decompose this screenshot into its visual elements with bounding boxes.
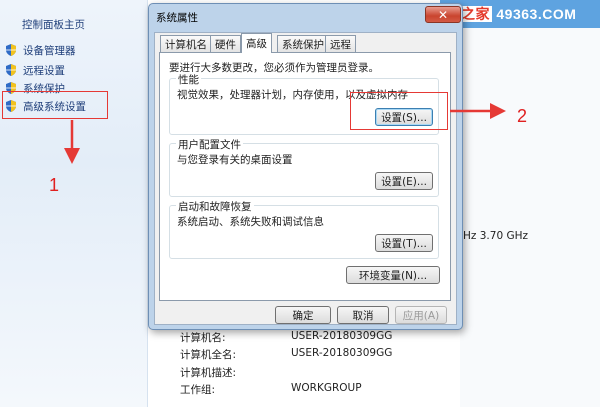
apply-button[interactable]: 应用(A) bbox=[395, 306, 447, 324]
shield-icon bbox=[6, 44, 16, 56]
close-icon: ✕ bbox=[437, 7, 449, 22]
performance-group-title: 性能 bbox=[176, 72, 201, 87]
workgroup-label: 工作组: bbox=[180, 384, 216, 396]
sidebar-item-label: 设备管理器 bbox=[23, 44, 76, 57]
cpu-speed-text: Hz 3.70 GHz bbox=[463, 230, 529, 242]
user-profiles-settings-button[interactable]: 设置(E)... bbox=[375, 172, 433, 190]
description-label: 计算机描述: bbox=[180, 367, 237, 379]
dialog-title: 系统属性 bbox=[156, 12, 198, 24]
annotation-highlight-box-2 bbox=[350, 92, 448, 130]
startup-recovery-settings-button[interactable]: 设置(T)... bbox=[375, 234, 433, 252]
sidebar-item-remote-settings[interactable]: 远程设置 bbox=[4, 61, 65, 79]
tab-hardware[interactable]: 硬件 bbox=[210, 35, 241, 52]
sidebar-item-device-manager[interactable]: 设备管理器 bbox=[4, 41, 76, 59]
system-info-panel bbox=[460, 0, 600, 407]
close-button[interactable]: ✕ bbox=[425, 6, 461, 23]
computer-name-value: USER-20180309GG bbox=[291, 330, 393, 342]
user-profiles-description: 与您登录有关的桌面设置 bbox=[177, 154, 293, 166]
annotation-step-2: 2 bbox=[517, 106, 528, 126]
environment-variables-button[interactable]: 环境变量(N)... bbox=[346, 266, 440, 284]
tab-computer-name[interactable]: 计算机名 bbox=[160, 35, 212, 52]
control-panel-sidebar: 控制面板主页 设备管理器 远程设置 系统保护 高级系统设置 bbox=[0, 0, 148, 407]
annotation-highlight-box-1 bbox=[2, 91, 108, 119]
full-name-label: 计算机全名: bbox=[180, 349, 237, 361]
annotation-arrow-right-icon bbox=[450, 103, 506, 119]
workgroup-value: WORKGROUP bbox=[291, 382, 362, 394]
ok-button[interactable]: 确定 bbox=[275, 306, 331, 324]
annotation-step-1: 1 bbox=[49, 175, 60, 195]
full-name-value: USER-20180309GG bbox=[291, 347, 393, 359]
startup-recovery-group-title: 启动和故障恢复 bbox=[176, 199, 254, 214]
startup-recovery-description: 系统启动、系统失败和调试信息 bbox=[177, 216, 324, 228]
tab-system-protection[interactable]: 系统保护 bbox=[277, 35, 329, 52]
tab-advanced[interactable]: 高级 bbox=[241, 33, 272, 53]
shield-icon bbox=[6, 64, 16, 76]
user-profiles-group-title: 用户配置文件 bbox=[176, 137, 243, 152]
sidebar-item-label: 远程设置 bbox=[23, 64, 65, 77]
computer-name-label: 计算机名: bbox=[180, 332, 226, 344]
control-panel-home-link[interactable]: 控制面板主页 bbox=[22, 17, 85, 32]
tab-remote[interactable]: 远程 bbox=[325, 35, 356, 52]
cancel-button[interactable]: 取消 bbox=[337, 306, 389, 324]
watermark-site: 49363.COM bbox=[496, 6, 577, 22]
system-properties-dialog: 系统属性 ✕ 计算机名 硬件 高级 系统保护 远程 要进行大多数更改，您必须作为… bbox=[148, 3, 463, 330]
annotation-arrow-down-icon bbox=[64, 120, 80, 164]
